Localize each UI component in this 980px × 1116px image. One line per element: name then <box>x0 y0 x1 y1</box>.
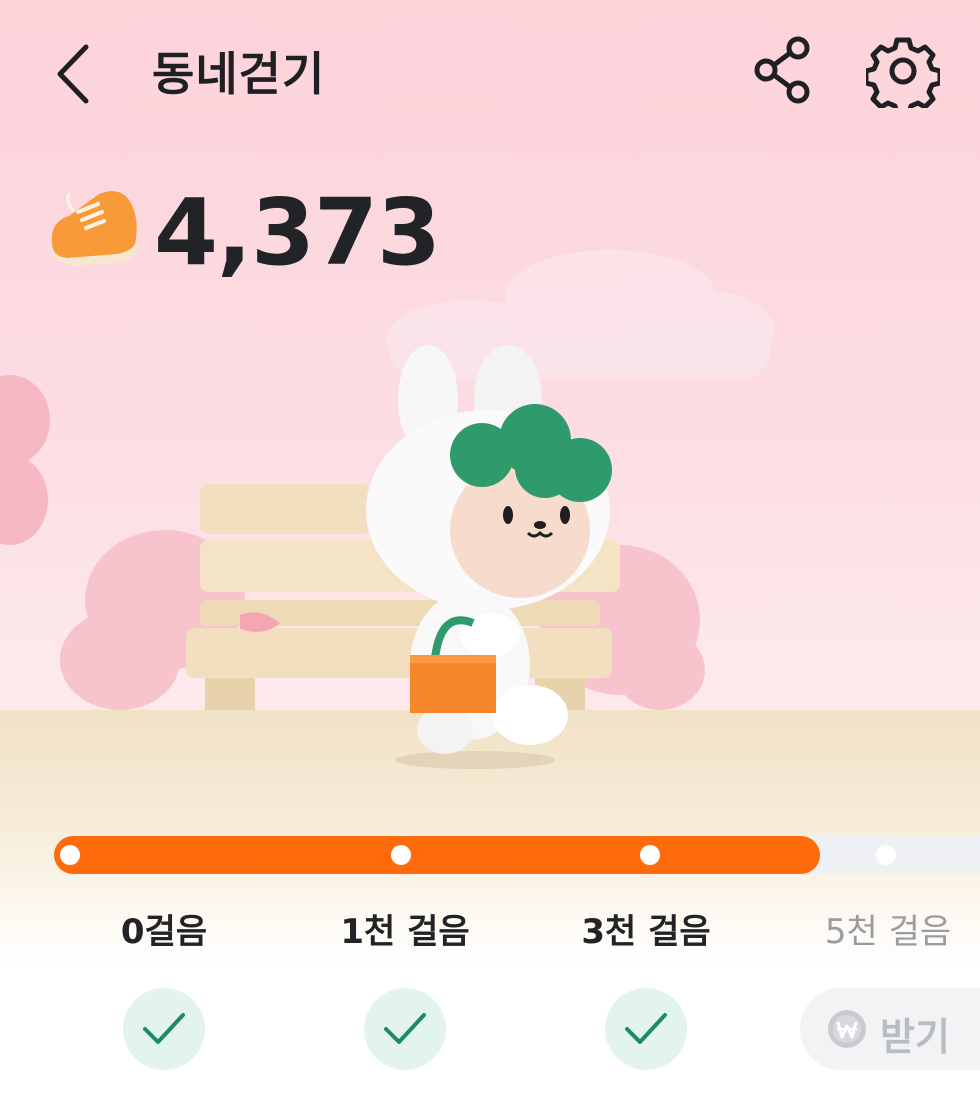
claim-reward-label: 받기 <box>880 1015 950 1059</box>
gear-icon <box>863 37 943 117</box>
chevron-left-icon <box>57 44 89 104</box>
milestone-dot <box>876 845 896 865</box>
walking-scene: 동네걷기 4,373 0걸음 1천 걸음 3천 걸음 5천 걸음 <box>0 0 980 965</box>
reward-claimed-badge <box>123 988 205 1070</box>
milestone-dot <box>640 845 660 865</box>
share-icon <box>754 36 810 104</box>
milestone-label: 1천 걸음 <box>340 912 470 952</box>
shoe-icon <box>50 191 139 266</box>
milestone-label: 3천 걸음 <box>581 912 711 952</box>
progress-fill <box>54 836 820 874</box>
check-icon <box>143 1013 185 1044</box>
milestone-label: 0걸음 <box>120 912 208 952</box>
won-coin-icon <box>828 1010 866 1048</box>
page-title: 동네걷기 <box>152 47 326 101</box>
reward-claimed-badge <box>605 988 687 1070</box>
step-progress-bar <box>54 836 980 874</box>
rabbit-walking-illustration <box>0 250 775 769</box>
reward-claimed-badge <box>364 988 446 1070</box>
step-count: 4,373 <box>154 179 441 286</box>
milestone-dot <box>60 845 80 865</box>
share-button[interactable] <box>748 34 820 106</box>
top-navigation-bar: 동네걷기 <box>0 0 980 140</box>
settings-button[interactable] <box>863 34 943 117</box>
back-button[interactable] <box>40 32 110 112</box>
claim-reward-button[interactable]: 받기 <box>800 988 980 1070</box>
milestone-dot <box>391 845 411 865</box>
check-icon <box>625 1013 667 1044</box>
check-icon <box>384 1013 426 1044</box>
milestone-label: 5천 걸음 <box>824 912 952 952</box>
